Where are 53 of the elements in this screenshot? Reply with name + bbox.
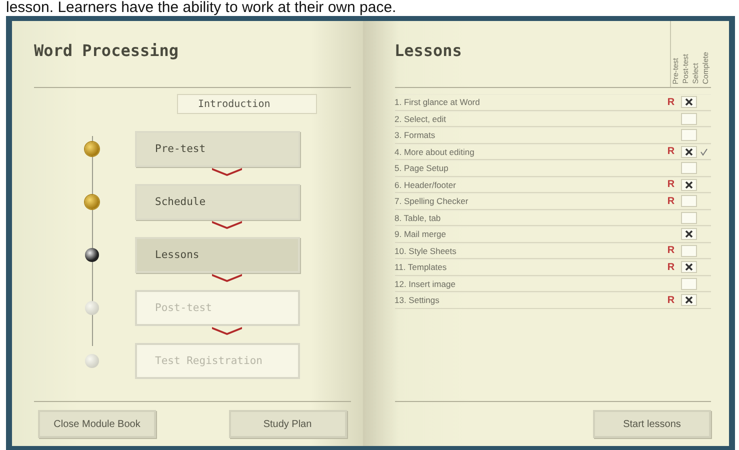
select-checkbox[interactable] <box>681 195 697 208</box>
footer-button[interactable]: Study Plan <box>228 410 346 438</box>
lesson-name: 10. Style Sheets <box>394 246 458 256</box>
lesson-name: 6. Header/footer <box>394 180 457 190</box>
lesson-name: 12. Insert image <box>394 278 456 289</box>
select-checkbox[interactable] <box>681 278 697 290</box>
lessons-title: Lessons <box>394 40 463 62</box>
cross-icon <box>685 180 693 189</box>
pretest-mark: R <box>667 179 675 190</box>
pretest-mark: R <box>667 245 675 256</box>
footer-button[interactable]: Close Module Book <box>38 410 156 438</box>
step-button[interactable]: Schedule <box>135 184 300 220</box>
select-checkbox[interactable] <box>681 294 697 306</box>
select-checkbox[interactable] <box>681 244 697 257</box>
cross-icon <box>685 263 693 272</box>
step-button[interactable]: Pre-test <box>135 131 300 167</box>
cross-icon <box>685 230 693 238</box>
lesson-name: 7. Spelling Checker <box>394 196 470 206</box>
lesson-name: 11. Templates <box>394 262 448 272</box>
pretest-mark: R <box>667 294 675 306</box>
chevron-icon <box>212 221 242 229</box>
select-checkbox[interactable] <box>681 129 697 142</box>
pretest-mark: R <box>667 262 675 273</box>
lesson-name: 8. Table, tab <box>394 212 442 223</box>
step-button[interactable]: Lessons <box>135 237 300 273</box>
lesson-name: 4. More about editing <box>394 146 476 157</box>
chevron-icon <box>212 168 242 176</box>
select-checkbox[interactable] <box>681 261 697 274</box>
caption-text: lesson. Learners have the ability to work at their own pace. <box>5 0 398 16</box>
lesson-name: 3. Formats <box>394 130 436 140</box>
cross-icon <box>685 148 693 156</box>
cross-icon <box>685 296 693 304</box>
lesson-name: 5. Page Setup <box>394 163 450 174</box>
start-lessons-button[interactable]: Start lessons <box>593 410 711 438</box>
module-title: Word Processing <box>34 40 180 62</box>
lesson-name: 13. Settings <box>394 295 440 306</box>
select-checkbox[interactable] <box>681 178 697 191</box>
pretest-mark: R <box>667 196 675 207</box>
select-checkbox[interactable] <box>681 212 697 224</box>
select-checkbox[interactable] <box>681 112 697 125</box>
select-checkbox[interactable] <box>681 96 697 108</box>
cross-icon <box>685 98 693 106</box>
select-checkbox[interactable] <box>681 162 697 174</box>
lesson-name: 1. First glance at Word <box>394 97 481 108</box>
pretest-mark: R <box>667 96 675 108</box>
select-checkbox[interactable] <box>681 146 697 158</box>
chevron-icon <box>212 274 242 282</box>
introduction-tab[interactable]: Introduction <box>177 94 317 114</box>
chevron-icon <box>212 327 242 335</box>
pretest-mark: R <box>667 146 675 158</box>
lesson-name: 9. Mail merge <box>394 229 447 240</box>
lesson-name: 2. Select, edit <box>394 114 448 124</box>
select-checkbox[interactable] <box>681 228 697 240</box>
